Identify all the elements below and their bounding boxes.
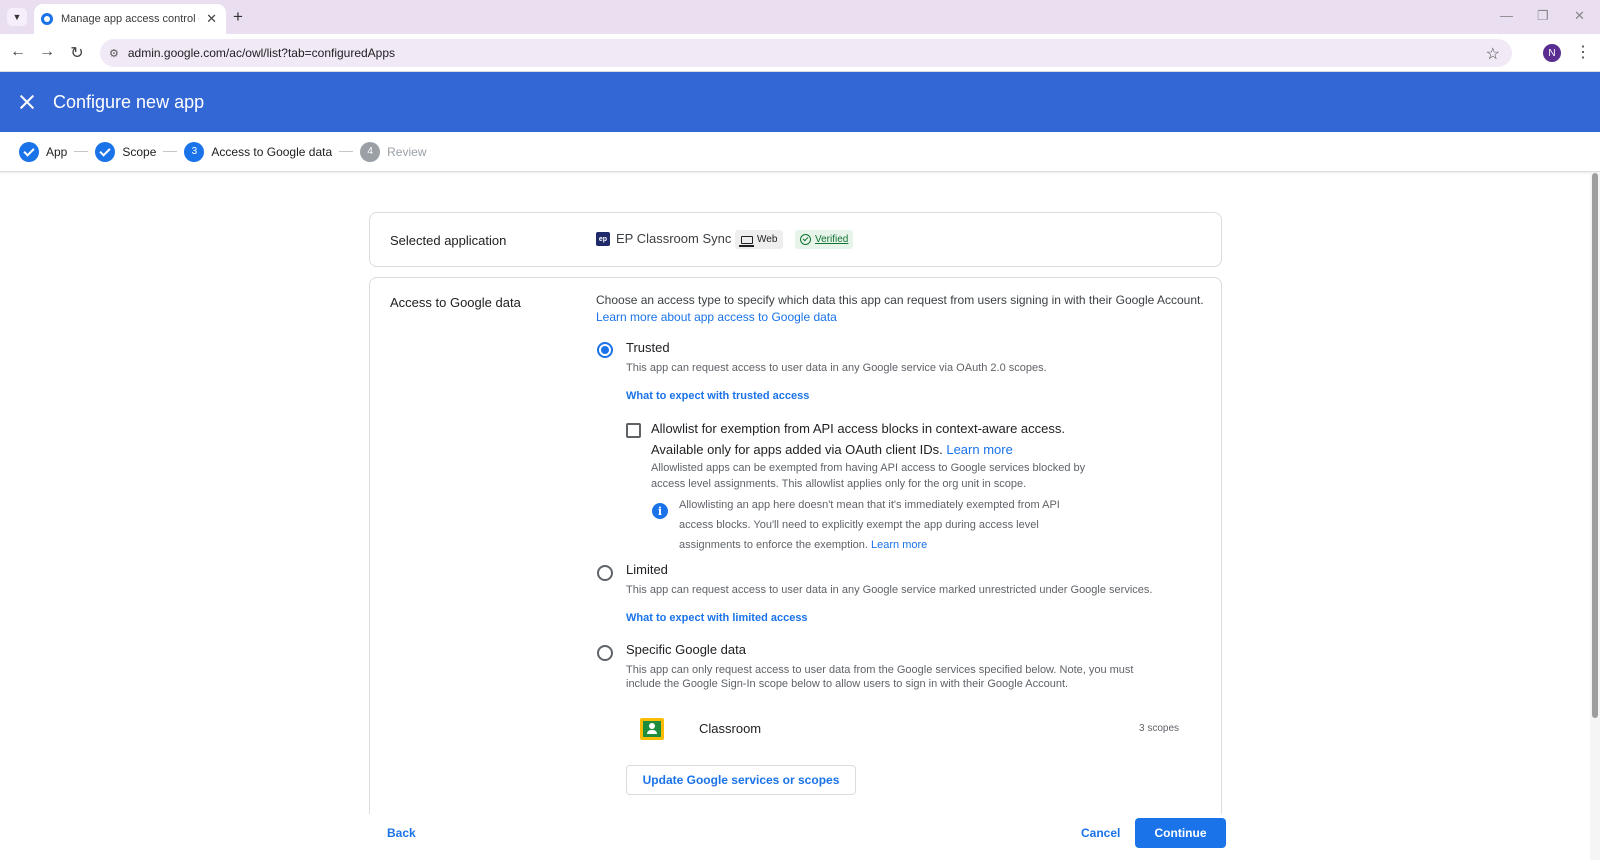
learn-more-access-link[interactable]: Learn more about app access to Google da…	[596, 310, 837, 324]
scrollbar-thumb[interactable]	[1592, 173, 1598, 718]
step-scope[interactable]: Scope	[95, 141, 157, 162]
specific-description-line2: include the Google Sign-In scope below t…	[626, 678, 1069, 690]
tab-search-button[interactable]: ▼	[7, 8, 27, 26]
specific-title: Specific Google data	[626, 642, 746, 657]
allowlist-learn-more-link[interactable]: Learn more	[946, 442, 1012, 457]
access-section-label: Access to Google data	[390, 295, 521, 310]
admin-favicon-icon	[41, 13, 53, 25]
app-header: Configure new app	[0, 72, 1600, 132]
step-divider	[163, 151, 178, 152]
step-label: App	[46, 144, 68, 159]
app-type-chip: Web	[735, 230, 784, 249]
app-logo-icon: ep	[596, 232, 610, 246]
step-label: Scope	[122, 144, 157, 159]
browser-menu-icon[interactable]: ⋮	[1575, 42, 1591, 62]
new-tab-icon[interactable]: +	[233, 7, 243, 27]
allowlist-info-learn-more-link[interactable]: Learn more	[871, 539, 927, 551]
footer-bar: Back Cancel Continue	[0, 814, 1590, 860]
allowlist-title-line1: Allowlist for exemption from API access …	[651, 421, 1065, 436]
limited-expect-link[interactable]: What to expect with limited access	[626, 612, 808, 624]
radio-trusted[interactable]	[597, 342, 613, 358]
browser-tab[interactable]: Manage app access control – A ✕	[34, 4, 226, 34]
step-divider	[74, 151, 89, 152]
step-number: 3	[184, 141, 205, 162]
radio-specific-google-data[interactable]	[597, 645, 613, 661]
browser-tab-bar: ▼ Manage app access control – A ✕ + — ❐ …	[0, 0, 1600, 34]
allowlist-info-line3: assignments to enforce the exemption. Le…	[679, 539, 927, 551]
classroom-icon	[640, 718, 664, 740]
url-text[interactable]: admin.google.com/ac/owl/list?tab=configu…	[128, 46, 395, 60]
allowlist-checkbox[interactable]	[626, 423, 641, 438]
tab-close-icon[interactable]: ✕	[206, 11, 217, 27]
app-name: EP Classroom Sync	[616, 231, 732, 246]
cancel-button[interactable]: Cancel	[1081, 826, 1120, 840]
check-icon	[95, 141, 116, 162]
continue-button[interactable]: Continue	[1135, 818, 1226, 848]
trusted-title: Trusted	[626, 340, 670, 355]
bookmark-star-icon[interactable]: ☆	[1486, 44, 1500, 64]
allowlist-description-line1: Allowlisted apps can be exempted from ha…	[651, 462, 1086, 474]
laptop-icon	[739, 235, 754, 247]
allowlist-title-line2: Available only for apps added via OAuth …	[651, 442, 1013, 457]
specific-description-line1: This app can only request access to user…	[626, 664, 1134, 676]
allowlist-info-text: assignments to enforce the exemption.	[679, 539, 868, 551]
allowlist-description-line2: access level assignments. This allowlist…	[651, 478, 1027, 490]
allowlist-info-line2: access blocks. You'll need to explicitly…	[679, 519, 1039, 531]
service-name: Classroom	[699, 721, 762, 736]
verified-chip[interactable]: Verified	[795, 230, 854, 249]
radio-limited[interactable]	[597, 565, 613, 581]
browser-toolbar: ← → ↻ ⚙ admin.google.com/ac/owl/list?tab…	[0, 34, 1600, 72]
step-number: 4	[360, 141, 381, 162]
close-icon[interactable]	[18, 93, 36, 111]
limited-title: Limited	[626, 562, 668, 577]
selected-application-label: Selected application	[390, 233, 507, 248]
service-scope-count: 3 scopes	[1139, 723, 1180, 734]
step-label: Access to Google data	[211, 144, 333, 159]
page-scrollbar[interactable]	[1590, 173, 1600, 860]
step-divider	[339, 151, 354, 152]
info-icon: i	[652, 503, 668, 519]
step-app[interactable]: App	[19, 141, 68, 162]
minimize-icon[interactable]: —	[1500, 8, 1513, 23]
reload-icon[interactable]: ↻	[67, 43, 87, 63]
stepper: App Scope 3 Access to Google data 4 Revi…	[0, 132, 1600, 172]
step-access: 3 Access to Google data	[184, 141, 333, 162]
limited-description: This app can request access to user data…	[626, 584, 1153, 596]
check-icon	[19, 141, 39, 162]
address-bar[interactable]: ⚙ admin.google.com/ac/owl/list?tab=confi…	[100, 39, 1512, 67]
restore-icon[interactable]: ❐	[1537, 8, 1549, 24]
update-services-button[interactable]: Update Google services or scopes	[626, 765, 856, 795]
allowlist-title-text: Available only for apps added via OAuth …	[651, 442, 943, 457]
chevron-down-icon: ▼	[12, 12, 22, 22]
verified-label: Verified	[815, 234, 849, 245]
step-review: 4 Review	[360, 141, 427, 162]
back-button[interactable]: Back	[387, 826, 416, 840]
page-title: Configure new app	[53, 91, 205, 112]
forward-arrow-icon[interactable]: →	[37, 43, 57, 61]
back-arrow-icon[interactable]: ←	[8, 43, 28, 61]
tab-title: Manage app access control – A	[61, 13, 199, 25]
profile-avatar[interactable]: N	[1543, 44, 1561, 62]
allowlist-info-line1: Allowlisting an app here doesn't mean th…	[679, 499, 1060, 511]
step-label: Review	[387, 144, 427, 159]
access-intro: Choose an access type to specify which d…	[596, 293, 1204, 307]
verified-check-icon	[800, 234, 811, 245]
trusted-description: This app can request access to user data…	[626, 362, 1047, 374]
site-info-icon[interactable]: ⚙	[109, 47, 119, 60]
window-close-icon[interactable]: ✕	[1574, 8, 1585, 24]
trusted-expect-link[interactable]: What to expect with trusted access	[626, 390, 809, 402]
app-type-label: Web	[757, 234, 778, 245]
